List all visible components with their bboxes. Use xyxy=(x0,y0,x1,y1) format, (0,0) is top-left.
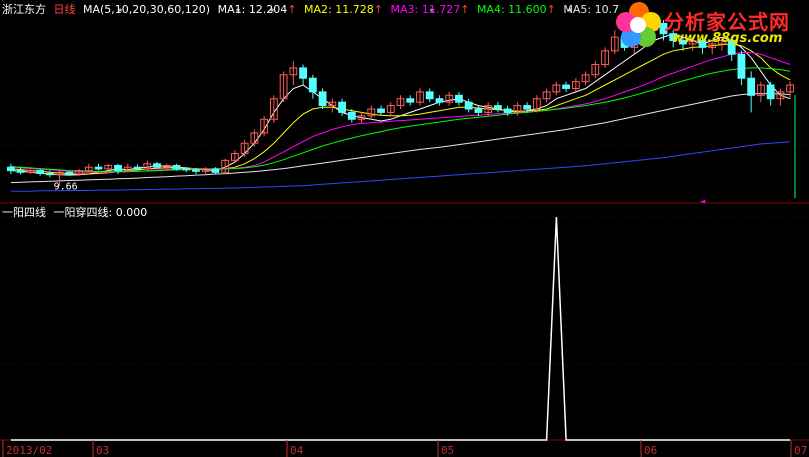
indicator-line-label: 一阳穿四线: xyxy=(53,206,113,219)
indicator-line xyxy=(10,216,791,441)
candle-body xyxy=(153,163,161,168)
candle-body xyxy=(474,108,483,113)
candle-body xyxy=(766,84,775,100)
candle-body xyxy=(211,168,220,173)
date-label: 05 xyxy=(441,444,454,457)
stock-name[interactable]: 浙江东方 xyxy=(2,3,46,16)
candle-body xyxy=(172,164,181,170)
candle-body xyxy=(425,91,434,100)
ma2-up-arrow: ↑ xyxy=(373,3,383,16)
ma5-label-text: MA5: xyxy=(563,3,592,16)
ma3-up-arrow: ↑ xyxy=(460,3,470,16)
indicator-name[interactable]: 一阳四线 xyxy=(2,206,46,219)
candle-body xyxy=(182,168,191,171)
flower-icon xyxy=(616,2,661,47)
candle-body xyxy=(338,101,346,113)
ma1-value: 12.204 xyxy=(248,3,288,16)
low-price-label: 9.66 xyxy=(54,182,78,193)
ma1-label: MA1: 12.204↑ xyxy=(218,3,297,16)
watermark-url: www.88gs.com xyxy=(672,31,783,46)
candle-body xyxy=(737,53,746,79)
ma2-label-text: MA2: xyxy=(304,3,332,16)
candle-body xyxy=(406,98,415,103)
candle-body xyxy=(133,166,142,170)
indicator-line-value: 0.000 xyxy=(115,206,148,219)
candle-body xyxy=(16,170,25,173)
candle-body xyxy=(377,108,385,113)
candle-body xyxy=(114,164,122,172)
candle-body xyxy=(523,105,532,110)
ma4-up-arrow: ↑ xyxy=(546,3,556,16)
ma4-label-text: MA4: xyxy=(476,3,505,16)
candle-body xyxy=(435,98,444,103)
candle-body xyxy=(192,169,200,172)
ma-line-ma3 xyxy=(10,52,791,173)
ma2-value: 11.728 xyxy=(335,3,374,16)
ma3-label-text: MA3: xyxy=(390,3,419,16)
current-marker-icon: ◄ xyxy=(700,197,706,207)
candle-body xyxy=(308,77,317,93)
date-label: 2013/02 xyxy=(6,444,52,457)
ma2-label: MA2: 11.728↑ xyxy=(304,3,383,16)
ma3-value: 11.727 xyxy=(421,3,461,16)
watermark-logo: 分析家公式网 www.88gs.com xyxy=(612,0,809,50)
candle-body xyxy=(455,94,463,103)
date-label: 04 xyxy=(290,444,304,457)
date-label: 07 xyxy=(794,444,807,457)
candle-body xyxy=(65,171,74,175)
stock-chart[interactable]: 9.66* * * * *◄2013/02 03 04 05 06 07 xyxy=(0,0,809,457)
candle-body xyxy=(747,77,756,96)
candle-body xyxy=(318,91,327,107)
candle-body xyxy=(6,166,15,172)
ma4-value: 11.600 xyxy=(508,3,547,16)
ma4-label: MA4: 11.600↑ xyxy=(477,3,556,16)
ma5-label: MA5: 10.7 xyxy=(563,3,619,16)
date-label: 06 xyxy=(644,444,657,457)
ma1-label-text: MA1: xyxy=(217,3,246,16)
candle-body xyxy=(464,101,473,110)
chart-header: 浙江东方 日线 MA(5,10,20,30,60,120) MA1: 12.20… xyxy=(2,1,623,17)
candle-body xyxy=(299,67,308,79)
date-label: 03 xyxy=(96,444,109,457)
ma-params: MA(5,10,20,30,60,120) xyxy=(83,3,211,16)
candle-body xyxy=(503,108,512,113)
candle-body xyxy=(94,166,103,170)
candle-body xyxy=(36,170,45,174)
candle-body xyxy=(493,105,502,110)
ma3-label: MA3: 11.727↑ xyxy=(390,3,469,16)
indicator-header: 一阳四线 一阳穿四线: 0.000 xyxy=(2,204,147,220)
candle-body xyxy=(347,111,356,120)
candle-body xyxy=(562,84,571,89)
period-label[interactable]: 日线 xyxy=(54,3,76,16)
candle-body xyxy=(45,172,54,176)
ma1-up-arrow: ↑ xyxy=(287,3,297,16)
